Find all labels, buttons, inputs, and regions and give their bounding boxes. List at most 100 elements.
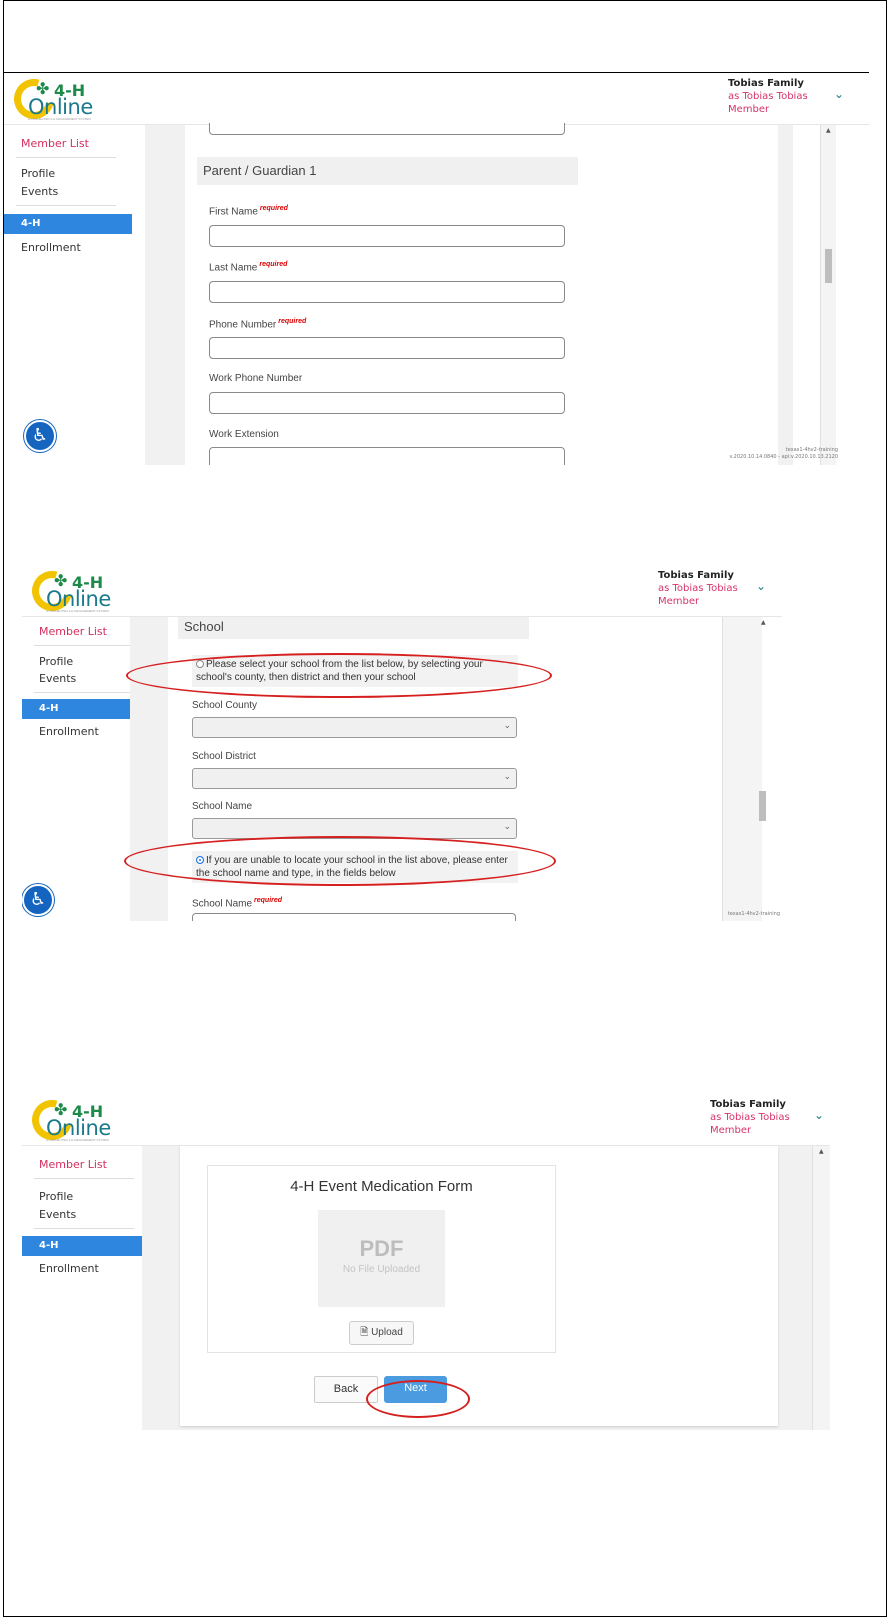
family-name: Tobias Family <box>728 78 804 89</box>
app-header: ✤ 4-H Online A CONNECTED 4-H MANAGEMENT … <box>4 73 870 127</box>
radio-selected[interactable] <box>196 856 204 865</box>
pdf-label: PDF <box>359 1236 404 1261</box>
logo-online-text: Online <box>28 95 93 119</box>
last-name-label: Last Name required <box>209 261 288 274</box>
chevron-down-icon[interactable]: ⌄ <box>834 87 844 101</box>
member-role: Member <box>658 596 700 607</box>
chevron-down-icon: ⌄ <box>503 772 511 782</box>
chevron-down-icon: ⌄ <box>503 822 511 832</box>
phone-label: Phone Number required <box>209 318 307 331</box>
work-extension-input[interactable] <box>209 447 565 465</box>
logo-online-text: Online <box>46 1116 111 1140</box>
member-role: Member <box>728 104 770 115</box>
scroll-up-icon[interactable]: ▲ <box>761 619 766 626</box>
family-name: Tobias Family <box>710 1099 786 1110</box>
sidebar-item-4h[interactable]: 4-H <box>22 1236 150 1256</box>
work-extension-label: Work Extension <box>209 429 279 440</box>
acting-as: as Tobias Tobias <box>658 583 738 594</box>
version-line: v.2020.10.14.0840 - api:v.2020.10.13.212… <box>729 454 839 460</box>
first-name-label: First Name required <box>209 205 288 218</box>
logo-online-text: Online <box>46 587 111 611</box>
version-line: texas1-4hv2-training <box>727 911 780 917</box>
upload-label: Upload <box>371 1327 403 1338</box>
chevron-down-icon: ⌄ <box>503 721 511 731</box>
4h-online-logo[interactable]: ✤ 4-H Online A CONNECTED 4-H MANAGEMENT … <box>24 1094 118 1148</box>
scrollbar[interactable]: ▲ <box>722 617 766 921</box>
sidebar-item-profile[interactable]: Profile <box>21 167 55 180</box>
work-phone-input[interactable] <box>209 392 565 414</box>
required-tag: required <box>259 205 288 212</box>
scroll-up-icon[interactable]: ▲ <box>826 127 831 134</box>
accessibility-icon[interactable]: ♿ <box>24 420 56 452</box>
scrollbar[interactable]: ▲ <box>820 125 836 465</box>
chevron-down-icon[interactable]: ⌄ <box>814 1108 824 1122</box>
sidebar-item-profile[interactable]: Profile <box>39 1190 73 1203</box>
acting-as: as Tobias Tobias <box>710 1112 790 1123</box>
4h-online-logo[interactable]: ✤ 4-H Online A CONNECTED 4-H MANAGEMENT … <box>6 73 100 127</box>
family-menu[interactable]: Tobias Family as Tobias Tobias Member <box>728 77 808 116</box>
scrollbar[interactable]: ▲ <box>812 1146 830 1430</box>
school-list-option-label: Please select your school from the list … <box>196 659 483 683</box>
section-title: School <box>178 617 529 639</box>
form-card: Parent / Guardian 1 First Name required L… <box>185 123 778 465</box>
form-card: School Please select your school from th… <box>168 617 722 921</box>
sidebar-divider <box>34 645 134 646</box>
sidebar-item-member-list[interactable]: Member List <box>39 625 107 638</box>
school-county-select[interactable]: ⌄ <box>192 717 517 738</box>
sidebar-item-events[interactable]: Events <box>21 185 58 198</box>
medication-form-title: 4-H Event Medication Form <box>290 1178 473 1195</box>
scrollbar-thumb[interactable] <box>759 791 766 821</box>
next-button[interactable]: Next <box>384 1376 447 1403</box>
version-info: texas1-4hv2-training v.2020.10.14.0840 -… <box>704 447 839 461</box>
medication-form-upload: 4-H Event Medication Form PDF No File Up… <box>207 1165 556 1353</box>
sidebar-divider <box>34 1228 134 1229</box>
sidebar-item-enrollment[interactable]: Enrollment <box>21 241 81 254</box>
first-name-input[interactable] <box>209 225 565 247</box>
version-info: texas1-4hv2-training <box>662 911 780 918</box>
sidebar-divider <box>34 692 134 693</box>
logo-tagline: A CONNECTED 4-H MANAGEMENT SYSTEM <box>28 117 91 121</box>
form-card: 4-H Event Medication Form PDF No File Up… <box>180 1146 778 1426</box>
phone-input[interactable] <box>209 337 565 359</box>
accessibility-icon[interactable]: ♿ <box>22 884 54 916</box>
upload-button[interactable]: 🗎 Upload <box>349 1321 414 1345</box>
school-name-input[interactable] <box>192 913 516 921</box>
radio-unselected[interactable] <box>196 660 204 669</box>
member-role: Member <box>710 1125 752 1136</box>
school-name-required-label: School Name required <box>192 897 283 910</box>
family-name: Tobias Family <box>658 570 734 581</box>
logo-tagline: A CONNECTED 4-H MANAGEMENT SYSTEM <box>46 609 109 613</box>
sidebar-item-events[interactable]: Events <box>39 1208 76 1221</box>
section-title: Parent / Guardian 1 <box>197 157 578 185</box>
screenshot-school: ✤ 4-H Online A CONNECTED 4-H MANAGEMENT … <box>22 565 782 921</box>
4h-online-logo[interactable]: ✤ 4-H Online A CONNECTED 4-H MANAGEMENT … <box>24 565 118 619</box>
acting-as: as Tobias Tobias <box>728 91 808 102</box>
chevron-down-icon[interactable]: ⌄ <box>756 579 766 593</box>
logo-tagline: A CONNECTED 4-H MANAGEMENT SYSTEM <box>46 1138 109 1142</box>
last-name-input[interactable] <box>209 281 565 303</box>
school-list-option[interactable]: Please select your school from the list … <box>192 655 518 687</box>
back-button[interactable]: Back <box>314 1376 378 1403</box>
required-tag: required <box>259 261 288 268</box>
scroll-up-icon[interactable]: ▲ <box>819 1148 824 1155</box>
work-phone-label: Work Phone Number <box>209 373 303 384</box>
sidebar-divider <box>16 157 116 158</box>
family-menu[interactable]: Tobias Family as Tobias Tobias Member <box>658 569 738 608</box>
sidebar-item-enrollment[interactable]: Enrollment <box>39 1262 99 1275</box>
scrollbar-thumb[interactable] <box>825 249 832 283</box>
manual-school-option[interactable]: If you are unable to locate your school … <box>192 851 518 883</box>
manual-school-option-label: If you are unable to locate your school … <box>196 855 508 879</box>
sidebar-item-member-list[interactable]: Member List <box>39 1158 107 1171</box>
sidebar-item-enrollment[interactable]: Enrollment <box>39 725 99 738</box>
sidebar-item-profile[interactable]: Profile <box>39 655 73 668</box>
sidebar-item-4h[interactable]: 4-H <box>4 214 132 234</box>
previous-input[interactable] <box>209 123 565 135</box>
family-menu[interactable]: Tobias Family as Tobias Tobias Member <box>710 1098 790 1137</box>
school-district-select[interactable]: ⌄ <box>192 768 517 789</box>
screenshot-medication-form: ✤ 4-H Online A CONNECTED 4-H MANAGEMENT … <box>22 1094 830 1430</box>
sidebar-item-events[interactable]: Events <box>39 672 76 685</box>
school-name-select[interactable]: ⌄ <box>192 818 517 839</box>
required-tag: required <box>254 897 283 904</box>
sidebar-item-member-list[interactable]: Member List <box>21 137 89 150</box>
school-county-label: School County <box>192 700 258 711</box>
